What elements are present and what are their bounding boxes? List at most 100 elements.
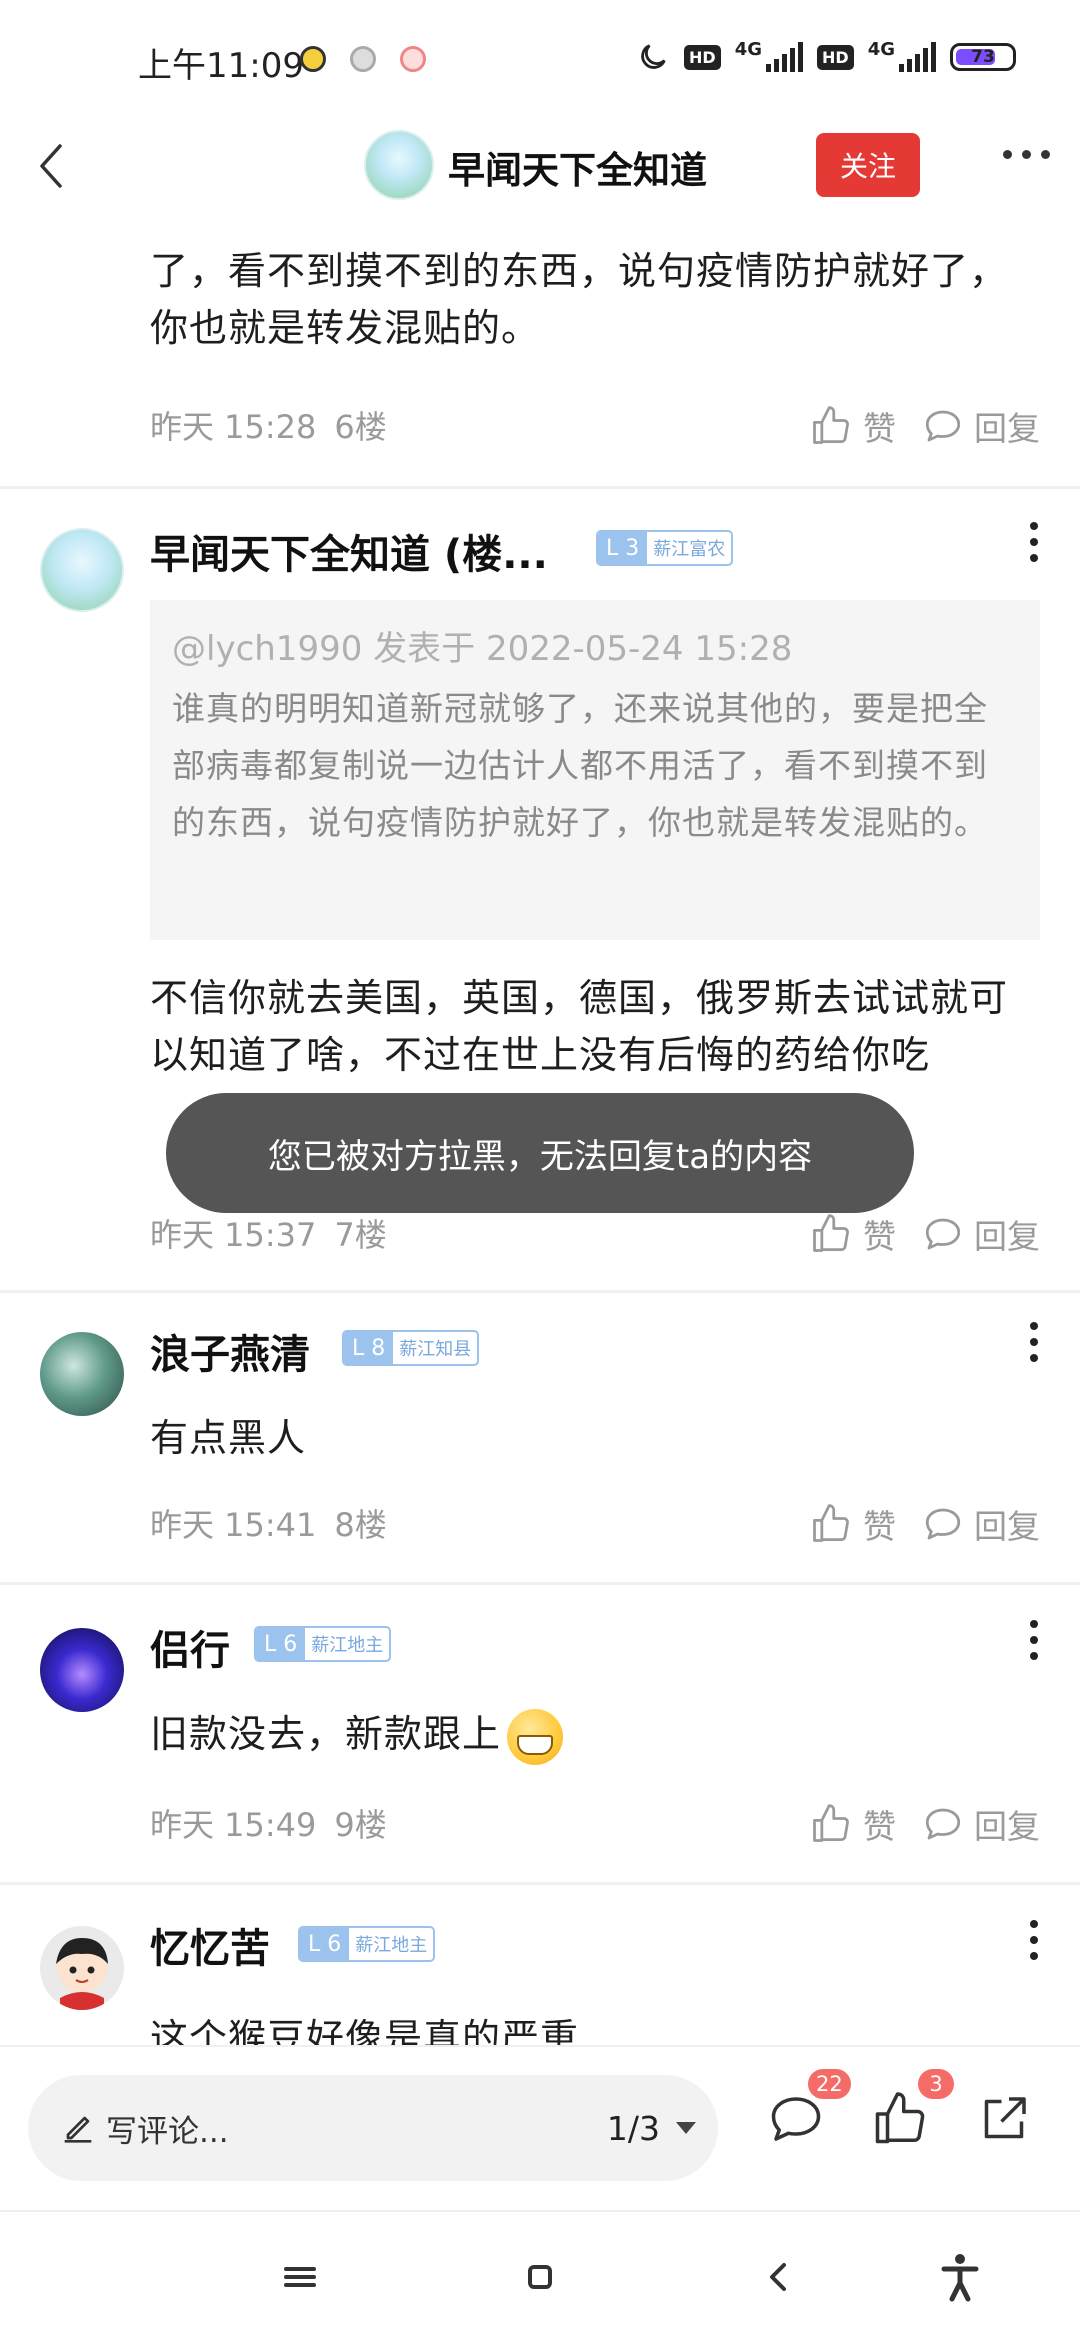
chat-bubble-icon	[925, 1508, 961, 1540]
username[interactable]: 早闻天下全知道 (楼...	[150, 522, 548, 580]
reply-label: 回复	[974, 1807, 1040, 1846]
toast-message: 您已被对方拉黑，无法回复ta的内容	[166, 1093, 914, 1213]
comment-meta: 昨天 15:28 6楼	[150, 402, 387, 448]
more-options-icon[interactable]	[1030, 522, 1038, 562]
hd-badge: HD	[684, 44, 721, 70]
quoted-comment: @lych1990 发表于 2022-05-24 15:28 谁真的明明知道新冠…	[150, 600, 1040, 940]
accessibility-icon[interactable]	[930, 2247, 990, 2307]
level-title: 薪江富农	[653, 539, 726, 560]
level-number: L 8	[344, 1332, 394, 1364]
comment-floor: 8楼	[334, 1506, 387, 1544]
like-button[interactable]: 赞	[809, 1210, 896, 1258]
cartoon-face-icon	[56, 1938, 108, 2010]
comment-meta: 昨天 15:41 8楼	[150, 1500, 387, 1546]
quote-text: 谁真的明明知道新冠就够了，还来说其他的，要是把全部病毒都复制说一边估计人都不用活…	[172, 689, 988, 842]
like-button[interactable]: 赞	[809, 1800, 896, 1848]
username[interactable]: 忆忆苦	[150, 1916, 270, 1974]
thumbs-up-icon	[813, 1804, 849, 1842]
reply-button[interactable]: 回复	[922, 1500, 1040, 1548]
header-avatar[interactable]	[364, 130, 434, 200]
like-label: 赞	[863, 1807, 896, 1846]
more-options-icon[interactable]	[1003, 150, 1050, 159]
level-badge: L 8 薪江知县	[342, 1330, 480, 1366]
reply-label: 回复	[974, 1507, 1040, 1546]
home-icon[interactable]	[510, 2247, 570, 2307]
comment-time: 昨天 15:41	[150, 1506, 317, 1544]
comment-meta: 昨天 15:49 9楼	[150, 1800, 387, 1846]
reply-button[interactable]: 回复	[922, 1800, 1040, 1848]
battery-icon: 73	[950, 43, 1016, 71]
reply-label: 回复	[974, 1217, 1040, 1256]
notification-app-icon	[400, 46, 426, 72]
divider	[0, 1290, 1080, 1293]
more-options-icon[interactable]	[1030, 1620, 1038, 1660]
level-title: 薪江知县	[399, 1339, 472, 1360]
divider	[0, 486, 1080, 489]
level-badge: L 6 薪江地主	[254, 1626, 392, 1662]
comment-body: 不信你就去美国，英国，德国，俄罗斯去试试就可以知道了啥，不过在世上没有后悔的药给…	[150, 976, 1009, 1077]
username[interactable]: 侣行	[150, 1618, 230, 1676]
avatar[interactable]	[40, 528, 124, 612]
share-icon[interactable]	[974, 2089, 1034, 2149]
comment-actions: 赞 回复	[809, 402, 1040, 450]
avatar[interactable]	[40, 1332, 124, 1416]
divider	[0, 1882, 1080, 1885]
level-number: L 3	[598, 532, 648, 564]
divider	[0, 1582, 1080, 1585]
comment-text: 旧款没去，新款跟上	[150, 1712, 502, 1756]
notification-icons	[300, 46, 426, 72]
comment-time: 昨天 15:28	[150, 408, 317, 446]
username[interactable]: 浪子燕清	[150, 1322, 310, 1380]
comment-floor: 7楼	[334, 1216, 387, 1254]
system-nav-bar	[0, 2210, 1080, 2340]
comment-body: 旧款没去，新款跟上	[150, 1706, 1040, 1765]
comment-body: 这个猴豆好像是真的严重	[150, 2016, 580, 2045]
status-bar: 上午11:09 HD 4G HD 4G 73	[0, 0, 1080, 120]
level-number: L 6	[256, 1628, 306, 1660]
hd-badge: HD	[817, 44, 854, 70]
level-number: L 6	[300, 1928, 350, 1960]
quote-header: @lych1990 发表于 2022-05-24 15:28	[172, 629, 793, 669]
thumbs-up-icon	[813, 406, 849, 444]
reply-button[interactable]: 回复	[922, 402, 1040, 450]
avatar[interactable]	[40, 1926, 124, 2010]
back-nav-icon[interactable]	[750, 2247, 810, 2307]
network-type: 4G	[734, 38, 763, 60]
thumbs-up-icon[interactable]	[870, 2089, 930, 2149]
avatar[interactable]	[40, 1628, 124, 1712]
signal-icon	[766, 42, 804, 72]
comment-meta: 昨天 15:37 7楼	[150, 1210, 387, 1256]
moon-icon	[641, 44, 666, 69]
follow-button[interactable]: 关注	[816, 133, 920, 197]
comment-actions: 赞 回复	[809, 1800, 1040, 1848]
page-selector[interactable]: 1/3	[607, 2109, 698, 2148]
status-time: 上午11:09	[138, 46, 304, 86]
more-options-icon[interactable]	[1030, 1322, 1038, 1362]
like-button[interactable]: 赞	[809, 1500, 896, 1548]
comment-input[interactable]: 写评论... 1/3	[28, 2075, 718, 2181]
level-title: 薪江地主	[311, 1635, 384, 1656]
status-indicators: HD 4G HD 4G 73	[636, 38, 1016, 74]
comment-body: 了，看不到摸不到的东西，说句疫情防护就好了，你也就是转发混贴的。	[150, 249, 1009, 350]
like-button[interactable]: 赞	[809, 402, 896, 450]
comment-floor: 9楼	[334, 1806, 387, 1844]
thumbs-up-icon	[813, 1214, 849, 1252]
network-type: 4G	[867, 38, 895, 60]
bottom-action-bar: 写评论... 1/3 22 3	[0, 2045, 1080, 2210]
back-icon[interactable]	[24, 136, 84, 196]
menu-icon[interactable]	[270, 2247, 330, 2307]
reply-label: 回复	[974, 409, 1040, 448]
pencil-icon	[64, 2116, 92, 2143]
level-badge: L 6 薪江地主	[298, 1926, 436, 1962]
like-count-badge: 3	[918, 2069, 954, 2099]
notification-app-icon	[350, 46, 376, 72]
level-badge: L 3 薪江富农	[596, 530, 734, 566]
comment-time: 昨天 15:37	[150, 1216, 317, 1254]
reply-button[interactable]: 回复	[922, 1210, 1040, 1258]
thumbs-up-icon	[813, 1504, 849, 1542]
grin-emoji-icon	[507, 1708, 564, 1765]
like-label: 赞	[863, 409, 896, 448]
comment-actions: 赞 回复	[809, 1500, 1040, 1548]
chat-bubble-icon	[925, 1218, 961, 1250]
more-options-icon[interactable]	[1030, 1920, 1038, 1960]
